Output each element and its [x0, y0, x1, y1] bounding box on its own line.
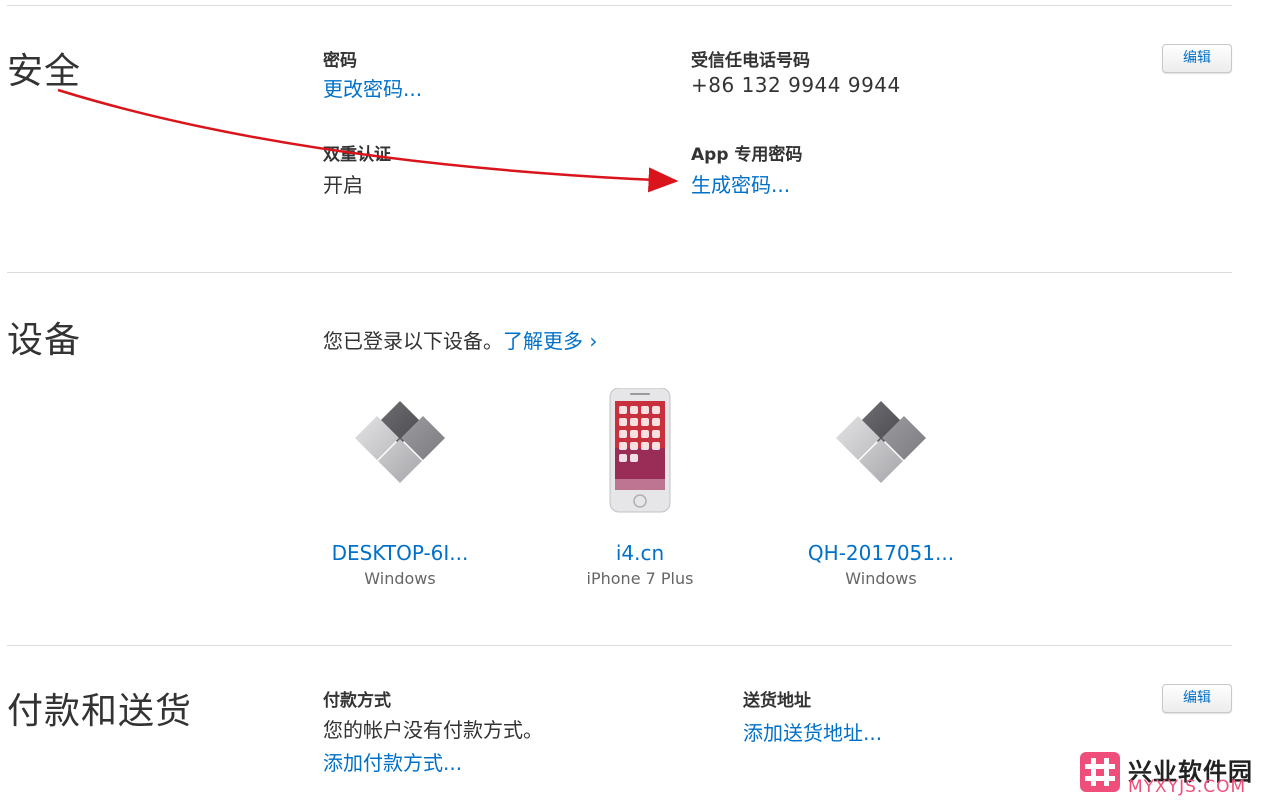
section-title-security: 安全 [7, 51, 82, 92]
section-title-devices: 设备 [7, 320, 82, 361]
device-name: i4.cn [615, 541, 665, 565]
iphone-icon [609, 388, 671, 513]
change-password-link[interactable]: 更改密码... [323, 73, 422, 102]
hash-logo-icon [1080, 752, 1120, 792]
device-type: iPhone 7 Plus [586, 569, 694, 588]
watermark-brand-en: MYXYJS.COM [1128, 777, 1247, 797]
two-factor-value: 开启 [323, 173, 363, 197]
device-type: Windows [845, 569, 917, 588]
section-divider-devices [7, 272, 1232, 273]
device-item[interactable]: QH-2017051... Windows [781, 388, 981, 588]
device-item[interactable]: DESKTOP-6I... Windows [300, 388, 500, 588]
app-password-label: App 专用密码 [691, 145, 803, 165]
shipping-address-label: 送货地址 [743, 691, 811, 711]
section-divider-payment [7, 645, 1232, 646]
payment-edit-button[interactable]: 编辑 [1162, 684, 1232, 713]
password-label: 密码 [323, 51, 357, 71]
windows-logo-icon [355, 401, 445, 483]
devices-intro: 您已登录以下设备。了解更多 › [323, 325, 597, 354]
payment-method-label: 付款方式 [323, 691, 391, 711]
watermark: 兴业软件园 MYXYJS.COM [1080, 752, 1280, 798]
top-divider [7, 5, 1232, 6]
windows-logo-icon [836, 401, 926, 483]
two-factor-label: 双重认证 [323, 145, 391, 165]
security-edit-button[interactable]: 编辑 [1162, 44, 1232, 73]
device-name: QH-2017051... [807, 541, 955, 565]
device-name: DESKTOP-6I... [331, 541, 469, 565]
add-shipping-address-link[interactable]: 添加送货地址... [743, 717, 882, 746]
trusted-phone-label: 受信任电话号码 [691, 51, 810, 71]
generate-password-link[interactable]: 生成密码... [691, 169, 790, 198]
payment-method-value: 您的帐户没有付款方式。 [323, 718, 543, 742]
devices-intro-text: 您已登录以下设备。 [323, 329, 503, 353]
device-type: Windows [364, 569, 436, 588]
section-title-payment: 付款和送货 [7, 691, 193, 732]
add-payment-method-link[interactable]: 添加付款方式... [323, 747, 462, 776]
learn-more-link[interactable]: 了解更多 › [503, 329, 597, 353]
device-item[interactable]: i4.cn iPhone 7 Plus [540, 388, 740, 588]
trusted-phone-value: +86 132 9944 9944 [691, 73, 901, 97]
